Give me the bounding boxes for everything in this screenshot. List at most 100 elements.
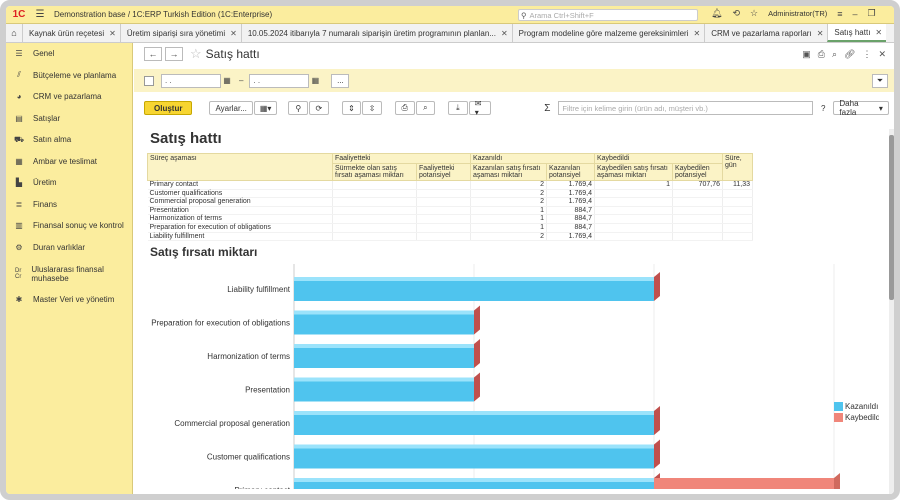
cell-empty[interactable] [332, 180, 417, 190]
preview-icon[interactable]: ⌕ [415, 101, 436, 115]
cell-stage[interactable]: Harmonization of terms [147, 214, 333, 224]
cell-won-qty[interactable]: 2 [470, 180, 547, 190]
global-search-input[interactable]: ⚲ Arama Ctrl+Shift+F [518, 9, 698, 21]
cell-empty[interactable] [332, 223, 417, 233]
period-checkbox[interactable] [144, 75, 154, 86]
cell-empty[interactable] [416, 197, 471, 207]
cell-lost-pot[interactable] [672, 232, 723, 242]
cell-won-pot[interactable]: 1.769,4 [546, 180, 595, 190]
sidebar-item-finans[interactable]: ≣ Finans [6, 194, 132, 216]
notification-bell-icon[interactable]: 🔔︎ [711, 8, 722, 19]
close-icon[interactable]: ✕ [878, 49, 886, 60]
expand-groups-icon[interactable]: ⇕ [341, 101, 362, 115]
close-icon[interactable]: ✕ [109, 29, 116, 38]
history-icon[interactable]: ⟲ [732, 8, 740, 19]
more-button[interactable]: Daha fazla ▾ [833, 99, 889, 117]
cell-empty[interactable] [416, 180, 471, 190]
cell-days[interactable]: 11,33 [722, 180, 753, 190]
cell-lost-qty[interactable] [594, 214, 673, 224]
settings-button[interactable]: Ayarlar... [209, 101, 253, 115]
cell-won-qty[interactable]: 1 [470, 206, 547, 216]
main-menu-icon[interactable]: ☰ [32, 9, 48, 20]
cell-won-qty[interactable]: 2 [470, 189, 547, 199]
cell-lost-pot[interactable]: 707,76 [672, 180, 723, 190]
sidebar-item-satislar[interactable]: ▤ Satışlar [6, 108, 132, 130]
cell-empty[interactable] [332, 206, 417, 216]
cell-won-pot[interactable]: 1.769,4 [546, 197, 595, 207]
cell-won-pot[interactable]: 884,7 [546, 206, 595, 216]
print-icon[interactable]: ⎙ [394, 101, 415, 115]
cell-days[interactable] [722, 206, 753, 216]
settings-lines-icon[interactable]: ≡ [837, 9, 842, 19]
cell-empty[interactable] [416, 206, 471, 216]
search-clear-icon[interactable]: ⟳ [309, 101, 329, 115]
sidebar-item-uretim[interactable]: ▙ Üretim [6, 172, 132, 194]
cell-lost-qty[interactable] [594, 189, 673, 199]
sidebar-item-master-veri[interactable]: ✱ Master Veri ve yönetim [6, 289, 132, 311]
close-icon[interactable]: ✕ [501, 29, 508, 38]
sidebar-item-genel[interactable]: ☰ Genel [6, 43, 132, 65]
close-icon[interactable]: ✕ [694, 29, 701, 38]
cell-stage[interactable]: Commercial proposal generation [147, 197, 333, 207]
cell-won-qty[interactable]: 1 [470, 214, 547, 224]
collapse-groups-icon[interactable]: ⇳ [362, 101, 382, 115]
back-arrow-icon[interactable]: ← [144, 47, 162, 61]
date-from-field[interactable]: . . [161, 73, 221, 88]
sidebar-item-duran-varliklar[interactable]: ⚙ Duran varlıklar [6, 237, 132, 259]
cell-won-pot[interactable]: 1.769,4 [546, 189, 595, 199]
filter-input[interactable]: Filtre için kelime girin (ürün adı, müşt… [558, 101, 813, 115]
cell-won-pot[interactable]: 884,7 [546, 223, 595, 233]
cell-empty[interactable] [332, 232, 417, 242]
email-dropdown-icon[interactable]: ✉▾ [468, 99, 492, 117]
cell-lost-pot[interactable] [672, 223, 723, 233]
cell-lost-pot[interactable] [672, 206, 723, 216]
tab-uretim-siparisi[interactable]: Üretim siparişi sıra yönetimi ✕ [119, 24, 241, 42]
tab-uretim-programi[interactable]: 10.05.2024 itibarıyla 7 numaralı sipariş… [240, 24, 512, 42]
minimize-icon[interactable]: – [853, 9, 858, 19]
cell-lost-pot[interactable] [672, 197, 723, 207]
tab-kaynak-urun-recetesi[interactable]: Kaynak ürün reçetesi ✕ [22, 24, 120, 42]
cell-lost-qty[interactable] [594, 232, 673, 242]
preview-icon[interactable]: ⌕ [832, 49, 837, 60]
restore-icon[interactable]: ❐ [868, 8, 876, 19]
user-name[interactable]: Administrator(TR) [768, 9, 827, 18]
print-icon[interactable]: ⎙ [818, 49, 825, 60]
sidebar-item-crm[interactable]: ◕ CRM ve pazarlama [6, 86, 132, 108]
cell-won-qty[interactable]: 1 [470, 223, 547, 233]
cell-stage[interactable]: Preparation for execution of obligations [147, 223, 333, 233]
save-icon[interactable]: ▣ [802, 49, 811, 60]
cell-empty[interactable] [416, 214, 471, 224]
close-icon[interactable]: ✕ [230, 29, 237, 38]
favorite-star-icon[interactable]: ☆ [190, 46, 202, 62]
cell-days[interactable] [722, 214, 753, 224]
cell-lost-qty[interactable] [594, 206, 673, 216]
download-icon[interactable]: ⤓ [448, 101, 468, 115]
filter-icon[interactable]: ⏷ [872, 74, 888, 88]
cell-empty[interactable] [332, 189, 417, 199]
tab-malzeme-gereksinimleri[interactable]: Program modeline göre malzeme gereksinim… [511, 24, 705, 42]
variant-dropdown-icon[interactable]: ▦▾ [253, 101, 278, 115]
favorites-star-icon[interactable]: ☆ [750, 8, 758, 19]
sidebar-item-ambar[interactable]: ▦ Ambar ve teslimat [6, 151, 132, 173]
cell-days[interactable] [722, 223, 753, 233]
sum-icon[interactable]: Σ [544, 103, 550, 114]
cell-won-qty[interactable]: 2 [470, 232, 547, 242]
calendar-icon[interactable]: ▦ [309, 74, 321, 88]
link-icon[interactable]: 🔗︎ [844, 49, 855, 60]
close-icon[interactable]: ✕ [817, 29, 824, 38]
cell-stage[interactable]: Customer qualifications [147, 189, 333, 199]
date-to-field[interactable]: . . [249, 73, 310, 88]
1c-logo-icon[interactable]: 1C [6, 9, 32, 20]
cell-stage[interactable]: Presentation [147, 206, 333, 216]
cell-empty[interactable] [416, 223, 471, 233]
cell-won-pot[interactable]: 884,7 [546, 214, 595, 224]
scrollbar-thumb[interactable] [889, 135, 894, 300]
cell-stage[interactable]: Primary contact [147, 180, 333, 190]
calendar-icon[interactable]: ▦ [221, 74, 233, 88]
cell-won-pot[interactable]: 1.769,4 [546, 232, 595, 242]
cell-won-qty[interactable]: 2 [470, 197, 547, 207]
cell-days[interactable] [722, 232, 753, 242]
cell-days[interactable] [722, 189, 753, 199]
cell-empty[interactable] [332, 214, 417, 224]
tab-crm-raporlari[interactable]: CRM ve pazarlama raporları ✕ [704, 24, 827, 42]
